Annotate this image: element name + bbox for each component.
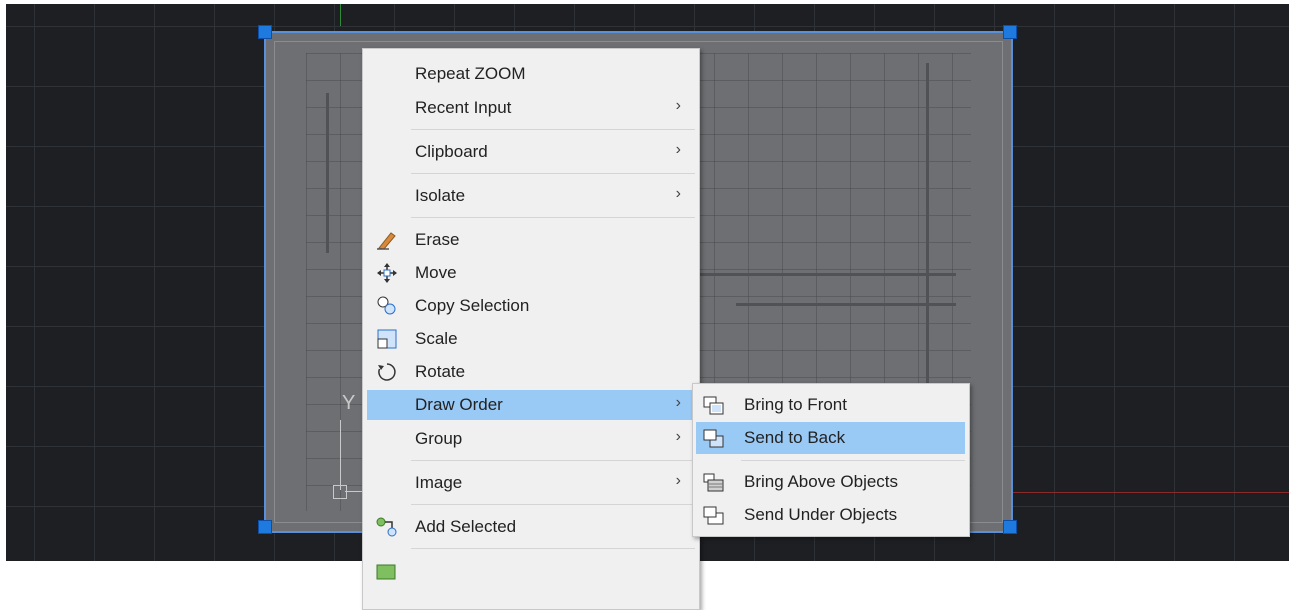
grip-bottom-right[interactable] [1003,520,1017,534]
chevron-right-icon: › [675,394,681,411]
submenu-item-send-to-back[interactable]: Send to Back [696,422,965,454]
menu-item-recent-input[interactable]: Recent Input › [367,93,695,123]
menu-item-clipboard[interactable]: Clipboard › [367,137,695,167]
plan-wall [696,273,956,276]
menu-item-isolate[interactable]: Isolate › [367,181,695,211]
menu-separator [411,504,695,505]
chevron-right-icon: › [675,472,681,489]
chevron-right-icon: › [675,141,681,158]
grip-top-right[interactable] [1003,25,1017,39]
add-selected-icon [375,516,399,538]
x-axis-line [1010,492,1289,493]
menu-item-erase[interactable]: Erase [367,225,695,255]
chevron-right-icon: › [675,97,681,114]
chevron-right-icon: › [675,428,681,445]
grip-top-left[interactable] [258,25,272,39]
menu-item-repeat-zoom[interactable]: Repeat ZOOM [367,59,695,89]
context-menu: Repeat ZOOM Recent Input › Clipboard › I… [362,48,700,610]
bring-to-front-icon [702,395,726,417]
menu-item-add-selected[interactable]: Add Selected [367,512,695,542]
ucs-y-label: Y [342,392,356,414]
copy-selection-icon [375,295,399,317]
ucs-y-axis [340,420,341,490]
submenu-item-bring-to-front[interactable]: Bring to Front [696,389,965,421]
menu-item-copy-selection[interactable]: Copy Selection [367,291,695,321]
menu-separator [411,460,695,461]
plan-wall [736,303,956,306]
send-to-back-icon [702,428,726,450]
menu-item-group[interactable]: Group › [367,424,695,454]
chevron-right-icon: › [675,185,681,202]
move-icon [375,262,399,284]
menu-separator [411,129,695,130]
ucs-origin-box [333,485,347,499]
menu-item-move[interactable]: Move [367,258,695,288]
eraser-icon [375,229,399,251]
menu-item-draw-order[interactable]: Draw Order › [367,390,695,420]
rotate-icon [375,361,399,383]
plan-wall [326,93,329,253]
submenu-item-send-under-objects[interactable]: Send Under Objects [696,499,965,531]
menu-item-partial[interactable] [367,555,695,585]
menu-separator [411,173,695,174]
menu-item-scale[interactable]: Scale [367,324,695,354]
draw-order-submenu: Bring to Front Send to Back Bring Above … [692,383,970,537]
grip-bottom-left[interactable] [258,520,272,534]
scale-icon [375,328,399,350]
select-similar-icon [375,559,399,581]
bring-above-objects-icon [702,472,726,494]
y-axis-line [340,4,341,26]
menu-separator [411,217,695,218]
send-under-objects-icon [702,505,726,527]
submenu-item-bring-above-objects[interactable]: Bring Above Objects [696,466,965,498]
menu-separator [741,460,965,461]
menu-separator [411,548,695,549]
menu-item-rotate[interactable]: Rotate [367,357,695,387]
menu-item-image[interactable]: Image › [367,468,695,498]
